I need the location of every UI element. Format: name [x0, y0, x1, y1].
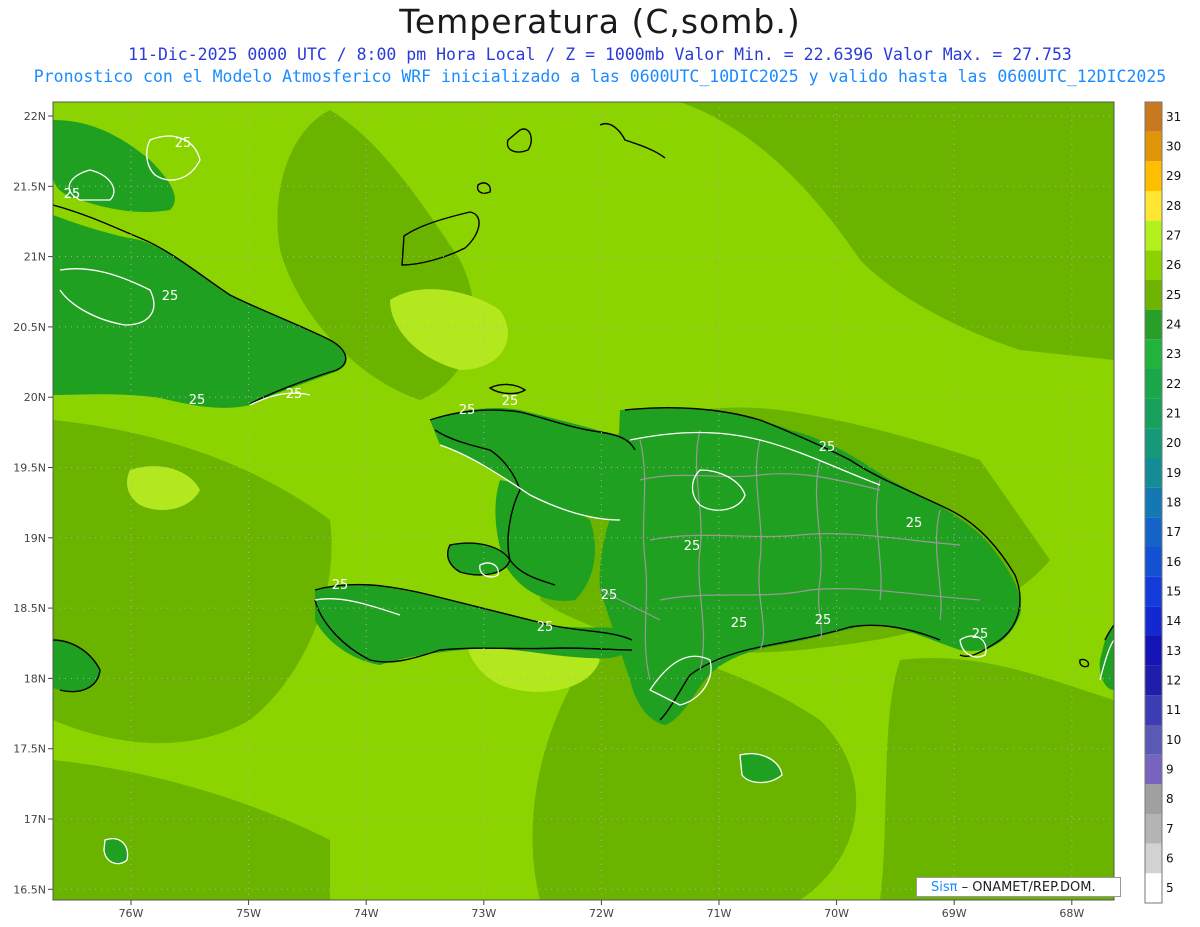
colorbar-label: 27	[1166, 229, 1181, 243]
colorbar-label: 13	[1166, 644, 1181, 658]
temperature-field	[53, 102, 1114, 900]
longitude-axis: 76W 75W 74W 73W 72W 71W 70W 69W 68W	[119, 900, 1084, 920]
colorbar-segment	[1145, 487, 1162, 518]
colorbar-segment	[1145, 458, 1162, 488]
lat-label: 19N	[24, 532, 46, 545]
colorbar-label: 8	[1166, 792, 1174, 806]
colorbar-segment	[1145, 576, 1162, 607]
colorbar-segment	[1145, 547, 1162, 577]
colorbar-label: 22	[1166, 377, 1181, 391]
colorbar-segment	[1145, 280, 1162, 310]
colorbar-segment	[1145, 754, 1162, 785]
map-canvas: 25 25 25 25 25 25 25 25 25 25 25 25 25 25 25 25 25 22N 21…	[13, 101, 1181, 920]
colorbar-label: 26	[1166, 258, 1181, 272]
colorbar-segment	[1145, 843, 1162, 874]
colorbar-segment	[1145, 665, 1162, 696]
lat-label: 21N	[24, 251, 46, 264]
contour-label: 25	[731, 616, 748, 631]
contour-label: 25	[332, 578, 349, 593]
lon-label: 69W	[942, 907, 967, 920]
colorbar-label: 29	[1166, 169, 1181, 183]
colorbar-label: 24	[1166, 318, 1181, 332]
colorbar: 31 30 29 28 27 26 25 24 23 22 21 20 19 18 17 16 15 14 13 12…	[1144, 101, 1181, 904]
lon-label: 75W	[236, 907, 261, 920]
colorbar-label: 28	[1166, 199, 1181, 213]
lat-label: 20.5N	[13, 321, 46, 334]
credit-text: – ONAMET/REP.DOM.	[957, 880, 1096, 895]
lon-label: 72W	[589, 907, 614, 920]
lon-label: 68W	[1059, 907, 1084, 920]
lon-label: 74W	[354, 907, 379, 920]
colorbar-segment	[1145, 428, 1162, 458]
contour-label: 25	[906, 516, 923, 531]
contour-label: 25	[601, 588, 618, 603]
colorbar-label: 19	[1166, 466, 1181, 480]
colorbar-segment	[1145, 398, 1162, 429]
contour-label: 25	[815, 613, 832, 628]
colorbar-segment	[1145, 517, 1162, 547]
colorbar-label: 20	[1166, 436, 1181, 450]
lon-label: 70W	[824, 907, 849, 920]
colorbar-segment	[1145, 725, 1162, 755]
latitude-axis: 22N 21.5N 21N 20.5N 20N 19.5N 19N 18.5N 18N 17.5N…	[13, 110, 53, 896]
colorbar-label: 10	[1166, 733, 1181, 747]
contour-label: 25	[502, 394, 519, 409]
colorbar-segment	[1145, 220, 1162, 251]
lat-label: 17.5N	[13, 743, 46, 756]
colorbar-segment	[1145, 250, 1162, 280]
contour-label: 25	[175, 136, 192, 151]
lat-label: 16.5N	[13, 883, 46, 896]
colorbar-label: 7	[1166, 822, 1174, 836]
colorbar-label: 9	[1166, 763, 1174, 777]
lon-label: 73W	[471, 907, 496, 920]
contour-label: 25	[537, 620, 554, 635]
contour-label: 25	[819, 440, 836, 455]
contour-label: 25	[189, 393, 206, 408]
colorbar-segment	[1145, 369, 1162, 399]
colorbar-segment	[1145, 784, 1162, 814]
colorbar-segment	[1145, 102, 1162, 132]
lat-label: 22N	[24, 110, 46, 123]
colorbar-segment	[1145, 161, 1162, 191]
lat-label: 21.5N	[13, 180, 46, 193]
lat-label: 17N	[24, 813, 46, 826]
contour-label: 25	[684, 539, 701, 554]
colorbar-label: 11	[1166, 703, 1181, 717]
contour-label: 25	[286, 387, 303, 402]
credit-box: Sisπ – ONAMET/REP.DOM.	[916, 877, 1121, 897]
colorbar-label: 15	[1166, 585, 1181, 599]
colorbar-segment	[1145, 873, 1162, 903]
colorbar-segment	[1145, 339, 1162, 369]
colorbar-label: 18	[1166, 496, 1181, 510]
sispi-logo: Sisπ	[931, 880, 958, 895]
colorbar-label: 21	[1166, 407, 1181, 421]
lat-label: 18N	[24, 672, 46, 685]
colorbar-segment	[1145, 191, 1162, 221]
colorbar-label: 25	[1166, 288, 1181, 302]
colorbar-segment	[1145, 695, 1162, 725]
lon-label: 76W	[119, 907, 144, 920]
colorbar-label: 12	[1166, 674, 1181, 688]
colorbar-label: 16	[1166, 555, 1181, 569]
colorbar-segment	[1145, 814, 1162, 844]
colorbar-segment	[1145, 606, 1162, 636]
contour-label: 25	[64, 187, 81, 202]
colorbar-label: 6	[1166, 852, 1174, 866]
contour-label: 25	[162, 289, 179, 304]
lon-label: 71W	[707, 907, 732, 920]
colorbar-label: 5	[1166, 881, 1174, 895]
contour-label: 25	[972, 627, 989, 642]
colorbar-label: 17	[1166, 525, 1181, 539]
lat-label: 20N	[24, 391, 46, 404]
colorbar-segment	[1145, 309, 1162, 340]
contour-label: 25	[459, 403, 476, 418]
colorbar-label: 14	[1166, 614, 1181, 628]
colorbar-label: 23	[1166, 347, 1181, 361]
colorbar-label: 30	[1166, 140, 1181, 154]
colorbar-segment	[1145, 131, 1162, 162]
colorbar-label: 31	[1166, 110, 1181, 124]
colorbar-segment	[1145, 636, 1162, 666]
lat-label: 19.5N	[13, 462, 46, 475]
lat-label: 18.5N	[13, 602, 46, 615]
